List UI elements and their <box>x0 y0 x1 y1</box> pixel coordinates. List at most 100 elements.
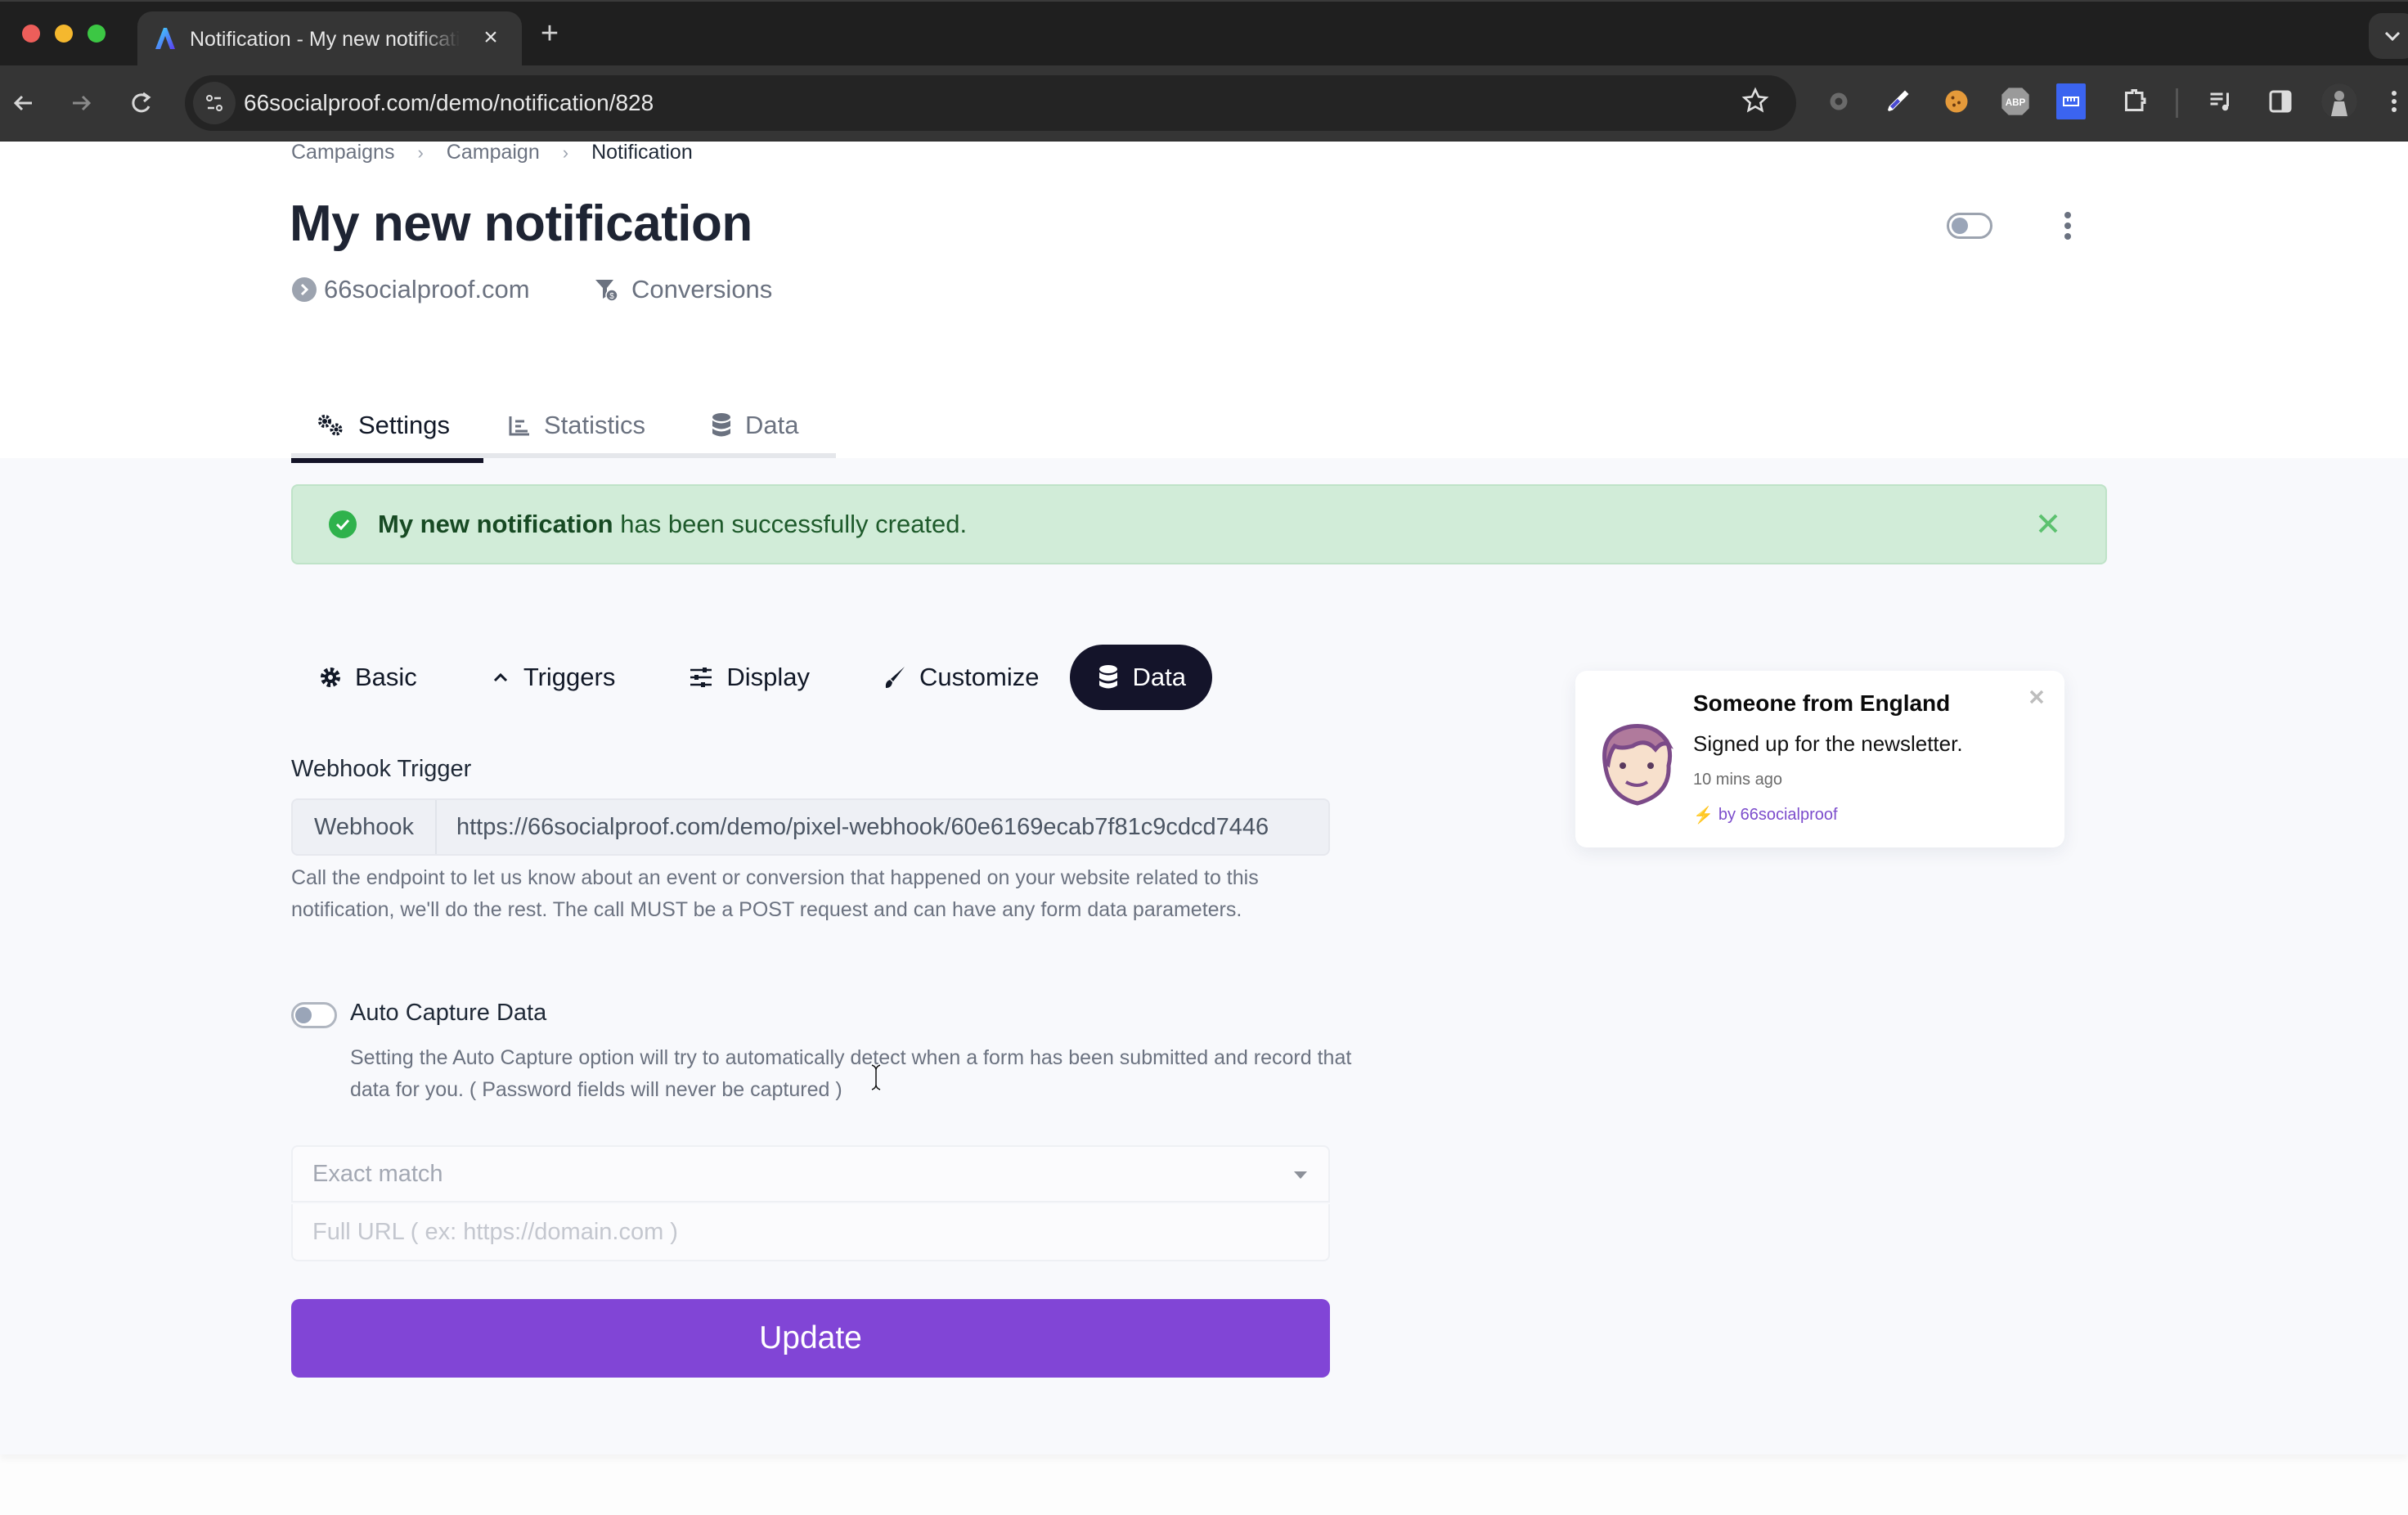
window-maximize-button[interactable] <box>88 25 106 43</box>
campaign-domain-link[interactable]: 66socialproof.com <box>291 275 530 304</box>
browser-tab-bar: Notification - My new notification × + <box>0 0 2408 67</box>
breadcrumb-separator-icon: › <box>417 142 424 163</box>
svg-text:$: $ <box>609 292 614 301</box>
window-minimize-button[interactable] <box>55 25 73 43</box>
toolbar-divider <box>2176 88 2178 118</box>
auto-capture-label[interactable]: Auto Capture Data <box>350 1000 546 1027</box>
campaign-domain: 66socialproof.com <box>324 275 530 303</box>
alert-message: My new notification has been successfull… <box>378 510 967 539</box>
breadcrumb-notification: Notification <box>591 141 693 164</box>
subtab-display[interactable]: Display <box>659 645 854 710</box>
puzzle-gear-icon[interactable] <box>1821 83 1857 119</box>
address-bar[interactable]: 66socialproof.com/demo/notification/828 <box>185 75 1796 131</box>
update-button[interactable]: Update <box>291 1299 1330 1378</box>
site-favicon-icon <box>155 28 175 49</box>
alert-message-text: has been successfully created. <box>613 510 968 538</box>
reload-button[interactable] <box>124 87 157 119</box>
tab-search-button[interactable] <box>2369 13 2408 59</box>
arrow-left-icon <box>13 95 32 111</box>
paint-brush-icon <box>885 667 905 688</box>
notification-preview: Someone from England Signed up for the n… <box>1575 671 2064 847</box>
tab-settings-label: Settings <box>358 411 451 439</box>
forward-button[interactable] <box>65 87 98 119</box>
extensions-puzzle-icon[interactable] <box>2117 83 2153 119</box>
tab-settings[interactable]: Settings <box>291 393 483 463</box>
profile-avatar[interactable] <box>2321 83 2357 119</box>
caret-down-icon <box>1294 1171 1307 1179</box>
adblock-plus-icon[interactable]: ABP <box>1997 83 2033 119</box>
close-icon <box>2029 690 2044 704</box>
url-text[interactable]: 66socialproof.com/demo/notification/828 <box>244 90 654 116</box>
subtab-data-label: Data <box>1132 663 1186 691</box>
match-type-value: Exact match <box>312 1160 443 1187</box>
check-circle-icon <box>329 510 357 538</box>
arrow-right-icon <box>73 95 92 111</box>
more-options-button[interactable] <box>2056 209 2079 242</box>
text-cursor-icon <box>871 1064 881 1090</box>
tab-statistics[interactable]: Statistics <box>483 393 686 458</box>
subtab-display-label: Display <box>726 663 811 691</box>
kebab-dot <box>2064 212 2071 218</box>
browser-tab[interactable]: Notification - My new notification × <box>137 11 522 67</box>
webhook-help-text: Call the endpoint to let us know about a… <box>291 866 1259 921</box>
close-icon <box>2038 514 2058 533</box>
preview-branding[interactable]: ⚡ by 66socialproof <box>1693 805 1838 825</box>
toggle-knob <box>1952 218 1968 234</box>
notification-enabled-toggle[interactable] <box>1947 213 1992 239</box>
sliders-icon <box>690 668 712 687</box>
breadcrumb-campaigns[interactable]: Campaigns <box>291 141 394 164</box>
webhook-addon: Webhook <box>293 800 437 854</box>
alert-notification-name: My new notification <box>378 510 613 538</box>
chart-bar-icon <box>509 416 529 436</box>
preview-title: Someone from England <box>1693 690 1951 716</box>
match-type-select[interactable]: Exact match <box>291 1145 1330 1203</box>
full-url-input[interactable] <box>291 1204 1330 1261</box>
tab-data-label: Data <box>745 411 799 439</box>
tab-close-icon[interactable]: × <box>476 23 505 52</box>
webhook-trigger-label: Webhook Trigger <box>291 756 472 782</box>
browser-menu-icon[interactable] <box>2380 83 2408 119</box>
cog-icon <box>321 668 340 687</box>
notification-settings-tabs: Basic Triggers Display Customize Data <box>291 645 1212 710</box>
site-info-button[interactable] <box>193 82 236 124</box>
chevron-down-icon <box>2384 31 2401 42</box>
bookmark-star-icon[interactable] <box>1739 87 1772 119</box>
window-close-button[interactable] <box>22 25 40 43</box>
breadcrumb-campaign[interactable]: Campaign <box>447 141 540 164</box>
new-tab-button[interactable]: + <box>533 18 566 51</box>
page-title: My new notification <box>290 196 752 252</box>
webhook-url-group: Webhook <box>291 798 1330 856</box>
side-panel-icon[interactable] <box>2262 83 2298 119</box>
reload-icon <box>132 92 151 113</box>
preview-close-button[interactable] <box>2027 687 2046 707</box>
tab-data[interactable]: Data <box>686 393 821 458</box>
webhook-url-field[interactable] <box>437 800 1328 854</box>
media-controls-icon[interactable] <box>2204 83 2240 119</box>
database-icon <box>1099 665 1118 689</box>
breadcrumb-separator-icon: › <box>562 142 569 163</box>
avatar-face-icon <box>1602 723 1673 806</box>
notification-type: $ Conversions <box>594 275 772 304</box>
subtab-data[interactable]: Data <box>1070 645 1212 710</box>
kebab-dot <box>2064 223 2071 229</box>
preview-description: Signed up for the newsletter. <box>1693 731 1963 756</box>
subtab-customize[interactable]: Customize <box>854 645 1070 710</box>
tab-title: Notification - My new notification <box>190 28 460 51</box>
lightning-icon: ⚡ <box>1693 807 1714 825</box>
preview-time: 10 mins ago <box>1693 771 1782 789</box>
breadcrumb: Campaigns › Campaign › Notification <box>291 141 693 164</box>
cogs-icon <box>318 415 343 436</box>
subtab-basic-label: Basic <box>355 663 417 691</box>
cookie-icon[interactable] <box>1939 83 1974 119</box>
main-tabs: Settings Statistics Data <box>291 393 836 463</box>
subtab-triggers[interactable]: Triggers <box>461 645 660 710</box>
back-button[interactable] <box>7 87 39 119</box>
alert-close-button[interactable] <box>2032 507 2064 540</box>
auto-capture-toggle[interactable] <box>291 1002 337 1028</box>
subtab-basic[interactable]: Basic <box>291 645 461 710</box>
toggle-knob <box>295 1007 312 1023</box>
chevron-up-icon <box>493 672 507 682</box>
auto-capture-help-text: Setting the Auto Capture option will try… <box>350 1046 1352 1101</box>
keyboard-icon[interactable] <box>2056 83 2086 119</box>
eyedropper-icon[interactable] <box>1880 83 1916 119</box>
